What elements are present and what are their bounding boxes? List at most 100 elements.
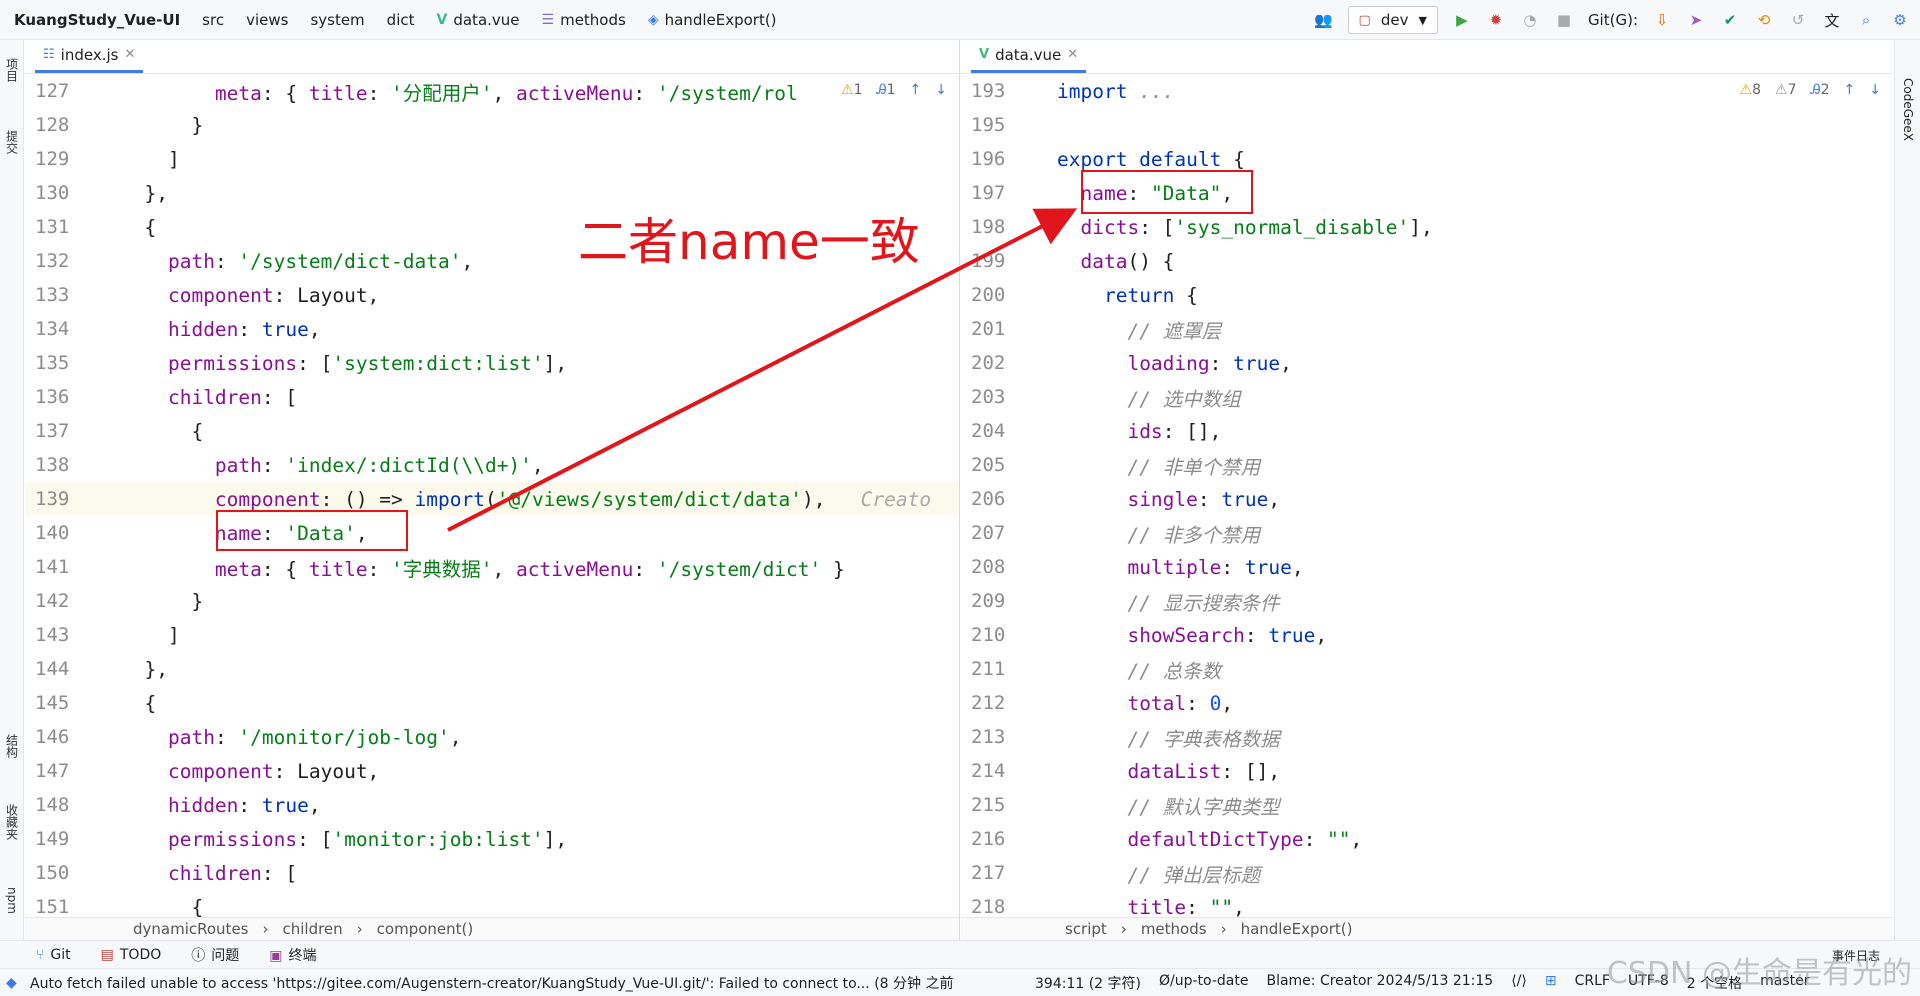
code-text: // 默认字典类型 bbox=[1057, 791, 1893, 820]
nav-crumb-src[interactable]: src bbox=[202, 11, 224, 29]
code-line[interactable]: 149 permissions: ['monitor:job:list'], bbox=[25, 822, 959, 856]
tool-npm[interactable]: npm bbox=[0, 876, 24, 924]
nav-crumb-methods[interactable]: ☰ methods bbox=[542, 11, 626, 29]
code-line[interactable]: 205 // 非单个禁用 bbox=[961, 448, 1893, 482]
code-line[interactable]: 198 dicts: ['sys_normal_disable'], bbox=[961, 210, 1893, 244]
stop-icon[interactable]: ■ bbox=[1554, 10, 1574, 30]
code-line[interactable]: 217 // 弹出层标题 bbox=[961, 856, 1893, 890]
search-icon[interactable]: ⌕ bbox=[1856, 10, 1876, 30]
code-line[interactable]: 145 { bbox=[25, 686, 959, 720]
nav-crumb-views[interactable]: views bbox=[246, 11, 288, 29]
code-line[interactable]: 193 import ... bbox=[961, 74, 1893, 108]
breadcrumb-item[interactable]: component() bbox=[377, 920, 474, 938]
code-line[interactable]: 144 }, bbox=[25, 652, 959, 686]
code-line[interactable]: 134 hidden: true, bbox=[25, 312, 959, 346]
code-line[interactable]: 139 component: () => import('@/views/sys… bbox=[25, 482, 959, 516]
token: meta bbox=[214, 81, 262, 105]
code-line[interactable]: 133 component: Layout, bbox=[25, 278, 959, 312]
code-line[interactable]: 151 { bbox=[25, 890, 959, 918]
rollback-icon[interactable]: ↺ bbox=[1788, 10, 1808, 30]
annotation-text: 二者name一致 bbox=[578, 213, 920, 271]
code-line[interactable]: 142 } bbox=[25, 584, 959, 618]
code-line[interactable]: 136 children: [ bbox=[25, 380, 959, 414]
blame-info[interactable]: Blame: Creator 2024/5/13 21:15 bbox=[1266, 973, 1493, 993]
git-label: Git(G): bbox=[1587, 11, 1638, 29]
caret-position[interactable]: 394:11 (2 字符) bbox=[1035, 973, 1141, 993]
code-line[interactable]: 201 // 遮罩层 bbox=[961, 312, 1893, 346]
code-editor-left[interactable]: 127 meta: { title: '分配用户', activeMenu: '… bbox=[25, 74, 959, 917]
code-line[interactable]: 200 return { bbox=[961, 278, 1893, 312]
code-line[interactable]: 214 dataList: [], bbox=[961, 754, 1893, 788]
git-commit-icon[interactable]: ✔ bbox=[1720, 10, 1740, 30]
debug-icon[interactable]: ✹ bbox=[1486, 10, 1506, 30]
code-line[interactable]: 204 ids: [], bbox=[961, 414, 1893, 448]
status-message[interactable]: Auto fetch failed unable to access 'http… bbox=[8, 973, 1008, 993]
code-icon[interactable]: ⟨/⟩ bbox=[1511, 973, 1527, 993]
tool-commit[interactable]: 提交 bbox=[0, 118, 24, 166]
history-icon[interactable]: ⟲ bbox=[1754, 10, 1774, 30]
nav-crumb-file[interactable]: Vdata.vue bbox=[437, 11, 520, 29]
code-line[interactable]: 211 // 总条数 bbox=[961, 652, 1893, 686]
code-line[interactable]: 212 total: 0, bbox=[961, 686, 1893, 720]
breadcrumb-item[interactable]: children bbox=[282, 920, 342, 938]
settings-icon[interactable]: ⚙ bbox=[1890, 10, 1910, 30]
code-line[interactable]: 128 } bbox=[25, 108, 959, 142]
code-line[interactable]: 143 ] bbox=[25, 618, 959, 652]
code-line[interactable]: 146 path: '/monitor/job-log', bbox=[25, 720, 959, 754]
close-icon[interactable]: ✕ bbox=[124, 47, 135, 62]
tool-terminal[interactable]: ▣ 终端 bbox=[269, 945, 316, 965]
nav-crumb-dict[interactable]: dict bbox=[387, 11, 415, 29]
code-line[interactable]: 208 multiple: true, bbox=[961, 550, 1893, 584]
tool-problems[interactable]: ⓘ 问题 bbox=[191, 945, 239, 965]
code-line[interactable]: 218 title: "", bbox=[961, 890, 1893, 918]
code-line[interactable]: 206 single: true, bbox=[961, 482, 1893, 516]
tool-git[interactable]: ⑂ Git bbox=[36, 947, 71, 963]
code-line[interactable]: 203 // 选中数组 bbox=[961, 380, 1893, 414]
run-icon[interactable]: ▶ bbox=[1452, 10, 1472, 30]
code-line[interactable]: 216 defaultDictType: "", bbox=[961, 822, 1893, 856]
code-line[interactable]: 199 data() { bbox=[961, 244, 1893, 278]
code-line[interactable]: 209 // 显示搜索条件 bbox=[961, 584, 1893, 618]
vcs-status[interactable]: Ø/up-to-date bbox=[1159, 973, 1248, 993]
code-line[interactable]: 207 // 非多个禁用 bbox=[961, 516, 1893, 550]
breadcrumb-item[interactable]: dynamicRoutes bbox=[133, 920, 248, 938]
code-line[interactable]: 140 name: 'Data', bbox=[25, 516, 959, 550]
git-push-icon[interactable]: ➤ bbox=[1686, 10, 1706, 30]
close-icon[interactable]: ✕ bbox=[1067, 47, 1078, 62]
code-line[interactable]: 213 // 字典表格数据 bbox=[961, 720, 1893, 754]
code-line[interactable]: 138 path: 'index/:dictId(\\d+)', bbox=[25, 448, 959, 482]
code-line[interactable]: 135 permissions: ['system:dict:list'], bbox=[25, 346, 959, 380]
breadcrumb-item[interactable]: handleExport() bbox=[1241, 920, 1353, 938]
tool-todo[interactable]: ▤ TODO bbox=[101, 947, 162, 963]
line-number: 129 bbox=[35, 148, 70, 170]
tool-codegeex[interactable]: CodeGeeX bbox=[1895, 60, 1920, 160]
code-line[interactable]: 202 loading: true, bbox=[961, 346, 1893, 380]
code-line[interactable]: 147 component: Layout, bbox=[25, 754, 959, 788]
code-line[interactable]: 129 ] bbox=[25, 142, 959, 176]
project-name[interactable]: KuangStudy_Vue-UI bbox=[14, 11, 180, 29]
code-line[interactable]: 148 hidden: true, bbox=[25, 788, 959, 822]
code-line[interactable]: 137 { bbox=[25, 414, 959, 448]
git-update-icon[interactable]: ⇩ bbox=[1652, 10, 1672, 30]
nav-crumb-system[interactable]: system bbox=[310, 11, 364, 29]
code-line[interactable]: 195 bbox=[961, 108, 1893, 142]
line-separator[interactable]: CRLF bbox=[1575, 973, 1610, 993]
nav-crumb-function[interactable]: ◈ handleExport() bbox=[648, 11, 777, 29]
breadcrumb-item[interactable]: script bbox=[1065, 920, 1107, 938]
tool-favorites[interactable]: 收藏夹 bbox=[0, 792, 24, 852]
windows-icon: ⊞ bbox=[1544, 972, 1557, 989]
code-line[interactable]: 150 children: [ bbox=[25, 856, 959, 890]
breadcrumb-item[interactable]: methods bbox=[1141, 920, 1207, 938]
translate-icon[interactable]: 文 bbox=[1822, 10, 1842, 30]
tab-index-js[interactable]: ☷ index.js ✕ bbox=[35, 39, 144, 73]
coverage-icon[interactable]: ◔ bbox=[1520, 10, 1540, 30]
tab-data-vue[interactable]: V data.vue ✕ bbox=[971, 39, 1087, 73]
code-line[interactable]: 127 meta: { title: '分配用户', activeMenu: '… bbox=[25, 74, 959, 108]
tool-project[interactable]: 项目 bbox=[0, 46, 24, 94]
code-line[interactable]: 141 meta: { title: '字典数据', activeMenu: '… bbox=[25, 550, 959, 584]
users-icon[interactable]: 👥 bbox=[1314, 10, 1334, 30]
run-config-select[interactable]: ▢ dev ▼ bbox=[1347, 6, 1438, 34]
code-line[interactable]: 210 showSearch: true, bbox=[961, 618, 1893, 652]
tool-structure[interactable]: 结构 bbox=[0, 722, 24, 770]
code-line[interactable]: 215 // 默认字典类型 bbox=[961, 788, 1893, 822]
